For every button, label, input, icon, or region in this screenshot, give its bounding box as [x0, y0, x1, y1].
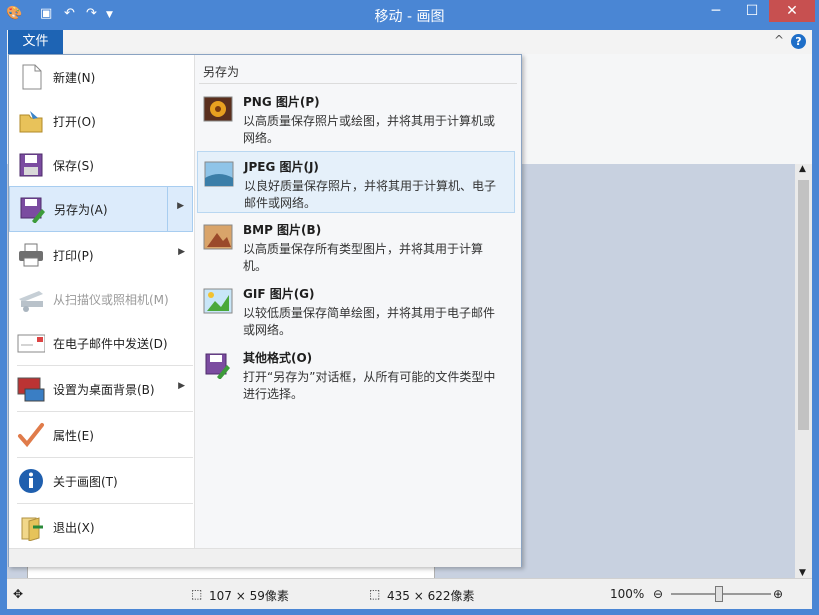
save-as-icon [18, 195, 46, 224]
title-bar: 🎨 ▣ ↶ ↷ ▼ 移动 - 画图 ─ ☐ ✕ [0, 0, 819, 30]
file-menu-commands: 新建(N) 打开(O) 保存(S) 另存为(A) ▶ 打印(P) ▶ 从扫描仪或… [9, 55, 194, 548]
menu-item-scanner: 从扫描仪或照相机(M) [9, 277, 193, 321]
image-size-icon: ⬚ [369, 587, 381, 601]
file-tab[interactable]: 文件 [8, 30, 63, 54]
menu-item-desktop-background[interactable]: 设置为桌面背景(B) ▶ [9, 367, 193, 411]
menu-item-label: 保存(S) [53, 159, 94, 173]
menu-item-label: 在电子邮件中发送(D) [53, 337, 168, 351]
png-image-icon [203, 95, 233, 123]
selection-size-icon: ⬚ [191, 587, 203, 601]
option-description: 打开“另存为”对话框，从所有可能的文件类型中进行选择。 [243, 370, 496, 401]
option-description: 以较低质量保存简单绘图，并将其用于电子邮件或网络。 [243, 306, 496, 337]
new-document-icon [17, 63, 45, 91]
save-as-option-png[interactable]: PNG 图片(P) 以高质量保存照片或绘图，并将其用于计算机或网络。 [197, 87, 515, 149]
help-icon[interactable]: ? [791, 34, 806, 49]
jpeg-image-icon [204, 160, 234, 188]
zoom-in-icon[interactable]: ⊕ [773, 587, 783, 601]
option-description: 以高质量保存照片或绘图，并将其用于计算机或网络。 [243, 114, 496, 145]
scroll-down-icon[interactable]: ▼ [799, 568, 806, 578]
option-title: PNG 图片(P) [243, 95, 320, 109]
selection-size-text: 107 × 59像素 [209, 589, 289, 603]
menu-item-open[interactable]: 打开(O) [9, 99, 193, 143]
menu-item-label: 关于画图(T) [53, 475, 118, 489]
email-icon [17, 329, 46, 357]
option-title: BMP 图片(B) [243, 223, 322, 237]
menu-separator [17, 457, 193, 458]
save-as-option-bmp[interactable]: BMP 图片(B) 以高质量保存所有类型图片，并将其用于计算机。 [197, 215, 515, 277]
image-size-text: 435 × 622像素 [387, 589, 475, 603]
option-title: JPEG 图片(J) [244, 160, 319, 174]
gif-image-icon [203, 287, 233, 315]
save-as-option-gif[interactable]: GIF 图片(G) 以较低质量保存简单绘图，并将其用于电子邮件或网络。 [197, 279, 515, 341]
menu-item-new[interactable]: 新建(N) [9, 55, 193, 99]
file-menu-footer [9, 548, 521, 567]
submenu-arrow-icon[interactable]: ▶ [178, 247, 185, 257]
menu-item-exit[interactable]: 退出(X) [9, 505, 193, 549]
other-formats-icon [203, 351, 233, 380]
properties-checkmark-icon [17, 421, 45, 449]
menu-item-label: 打开(O) [53, 115, 96, 129]
info-icon [17, 467, 45, 495]
menu-item-label: 另存为(A) [54, 203, 108, 217]
option-description: 以良好质量保存照片，并将其用于计算机、电子邮件或网络。 [244, 179, 497, 210]
menu-item-label: 退出(X) [53, 521, 95, 535]
menu-item-save-as[interactable]: 另存为(A) ▶ [9, 186, 193, 232]
menu-item-email[interactable]: 在电子邮件中发送(D) [9, 321, 193, 365]
menu-item-label: 设置为桌面背景(B) [53, 383, 155, 397]
scrollbar-thumb[interactable] [798, 180, 809, 430]
save-disk-icon [17, 151, 45, 179]
menu-item-label: 新建(N) [53, 71, 96, 85]
menu-separator [17, 365, 193, 366]
menu-separator [17, 411, 193, 412]
menu-item-label: 从扫描仪或照相机(M) [53, 293, 169, 307]
save-as-option-other[interactable]: 其他格式(O) 打开“另存为”对话框，从所有可能的文件类型中进行选择。 [197, 343, 515, 405]
menu-item-save[interactable]: 保存(S) [9, 143, 193, 187]
save-as-panel: 另存为 PNG 图片(P) 以高质量保存照片或绘图，并将其用于计算机或网络。 J… [194, 55, 521, 548]
menu-item-label: 打印(P) [53, 249, 94, 263]
minimize-button[interactable]: ─ [697, 0, 735, 22]
menu-item-print[interactable]: 打印(P) ▶ [9, 233, 193, 277]
panel-heading-divider [199, 83, 517, 84]
menu-separator [17, 503, 193, 504]
split-divider [167, 187, 168, 231]
ribbon-collapse-icon[interactable]: ^ [774, 33, 784, 47]
close-button[interactable]: ✕ [769, 0, 815, 22]
bmp-image-icon [203, 223, 233, 251]
submenu-arrow-icon[interactable]: ▶ [177, 201, 184, 211]
option-title: GIF 图片(G) [243, 287, 315, 301]
option-title: 其他格式(O) [243, 351, 313, 365]
file-menu: 新建(N) 打开(O) 保存(S) 另存为(A) ▶ 打印(P) ▶ 从扫描仪或… [8, 54, 522, 567]
save-as-option-jpeg[interactable]: JPEG 图片(J) 以良好质量保存照片，并将其用于计算机、电子邮件或网络。 [197, 151, 515, 213]
desktop-background-icon [17, 375, 45, 403]
menu-item-about[interactable]: 关于画图(T) [9, 459, 193, 503]
option-description: 以高质量保存所有类型图片，并将其用于计算机。 [243, 242, 484, 273]
zoom-level: 100% [610, 587, 645, 601]
zoom-out-icon[interactable]: ⊖ [653, 587, 663, 601]
status-bar: ✥ ⬚ 107 × 59像素 ⬚ 435 × 622像素 100% ⊖ ⊕ [7, 578, 812, 609]
zoom-slider-thumb[interactable] [715, 586, 723, 602]
submenu-arrow-icon[interactable]: ▶ [178, 381, 185, 391]
maximize-button[interactable]: ☐ [733, 0, 771, 22]
menu-item-label: 属性(E) [53, 429, 94, 443]
scroll-up-icon[interactable]: ▲ [799, 164, 806, 174]
ribbon-tab-bar: ^ ? [7, 30, 812, 55]
menu-item-properties[interactable]: 属性(E) [9, 413, 193, 457]
scanner-icon [17, 285, 45, 313]
vertical-scrollbar[interactable]: ▲ ▼ [795, 164, 812, 578]
exit-icon [17, 513, 45, 542]
save-as-panel-heading: 另存为 [203, 65, 240, 79]
move-cursor-icon: ✥ [13, 587, 24, 601]
open-folder-icon [17, 107, 45, 135]
printer-icon [17, 241, 45, 269]
